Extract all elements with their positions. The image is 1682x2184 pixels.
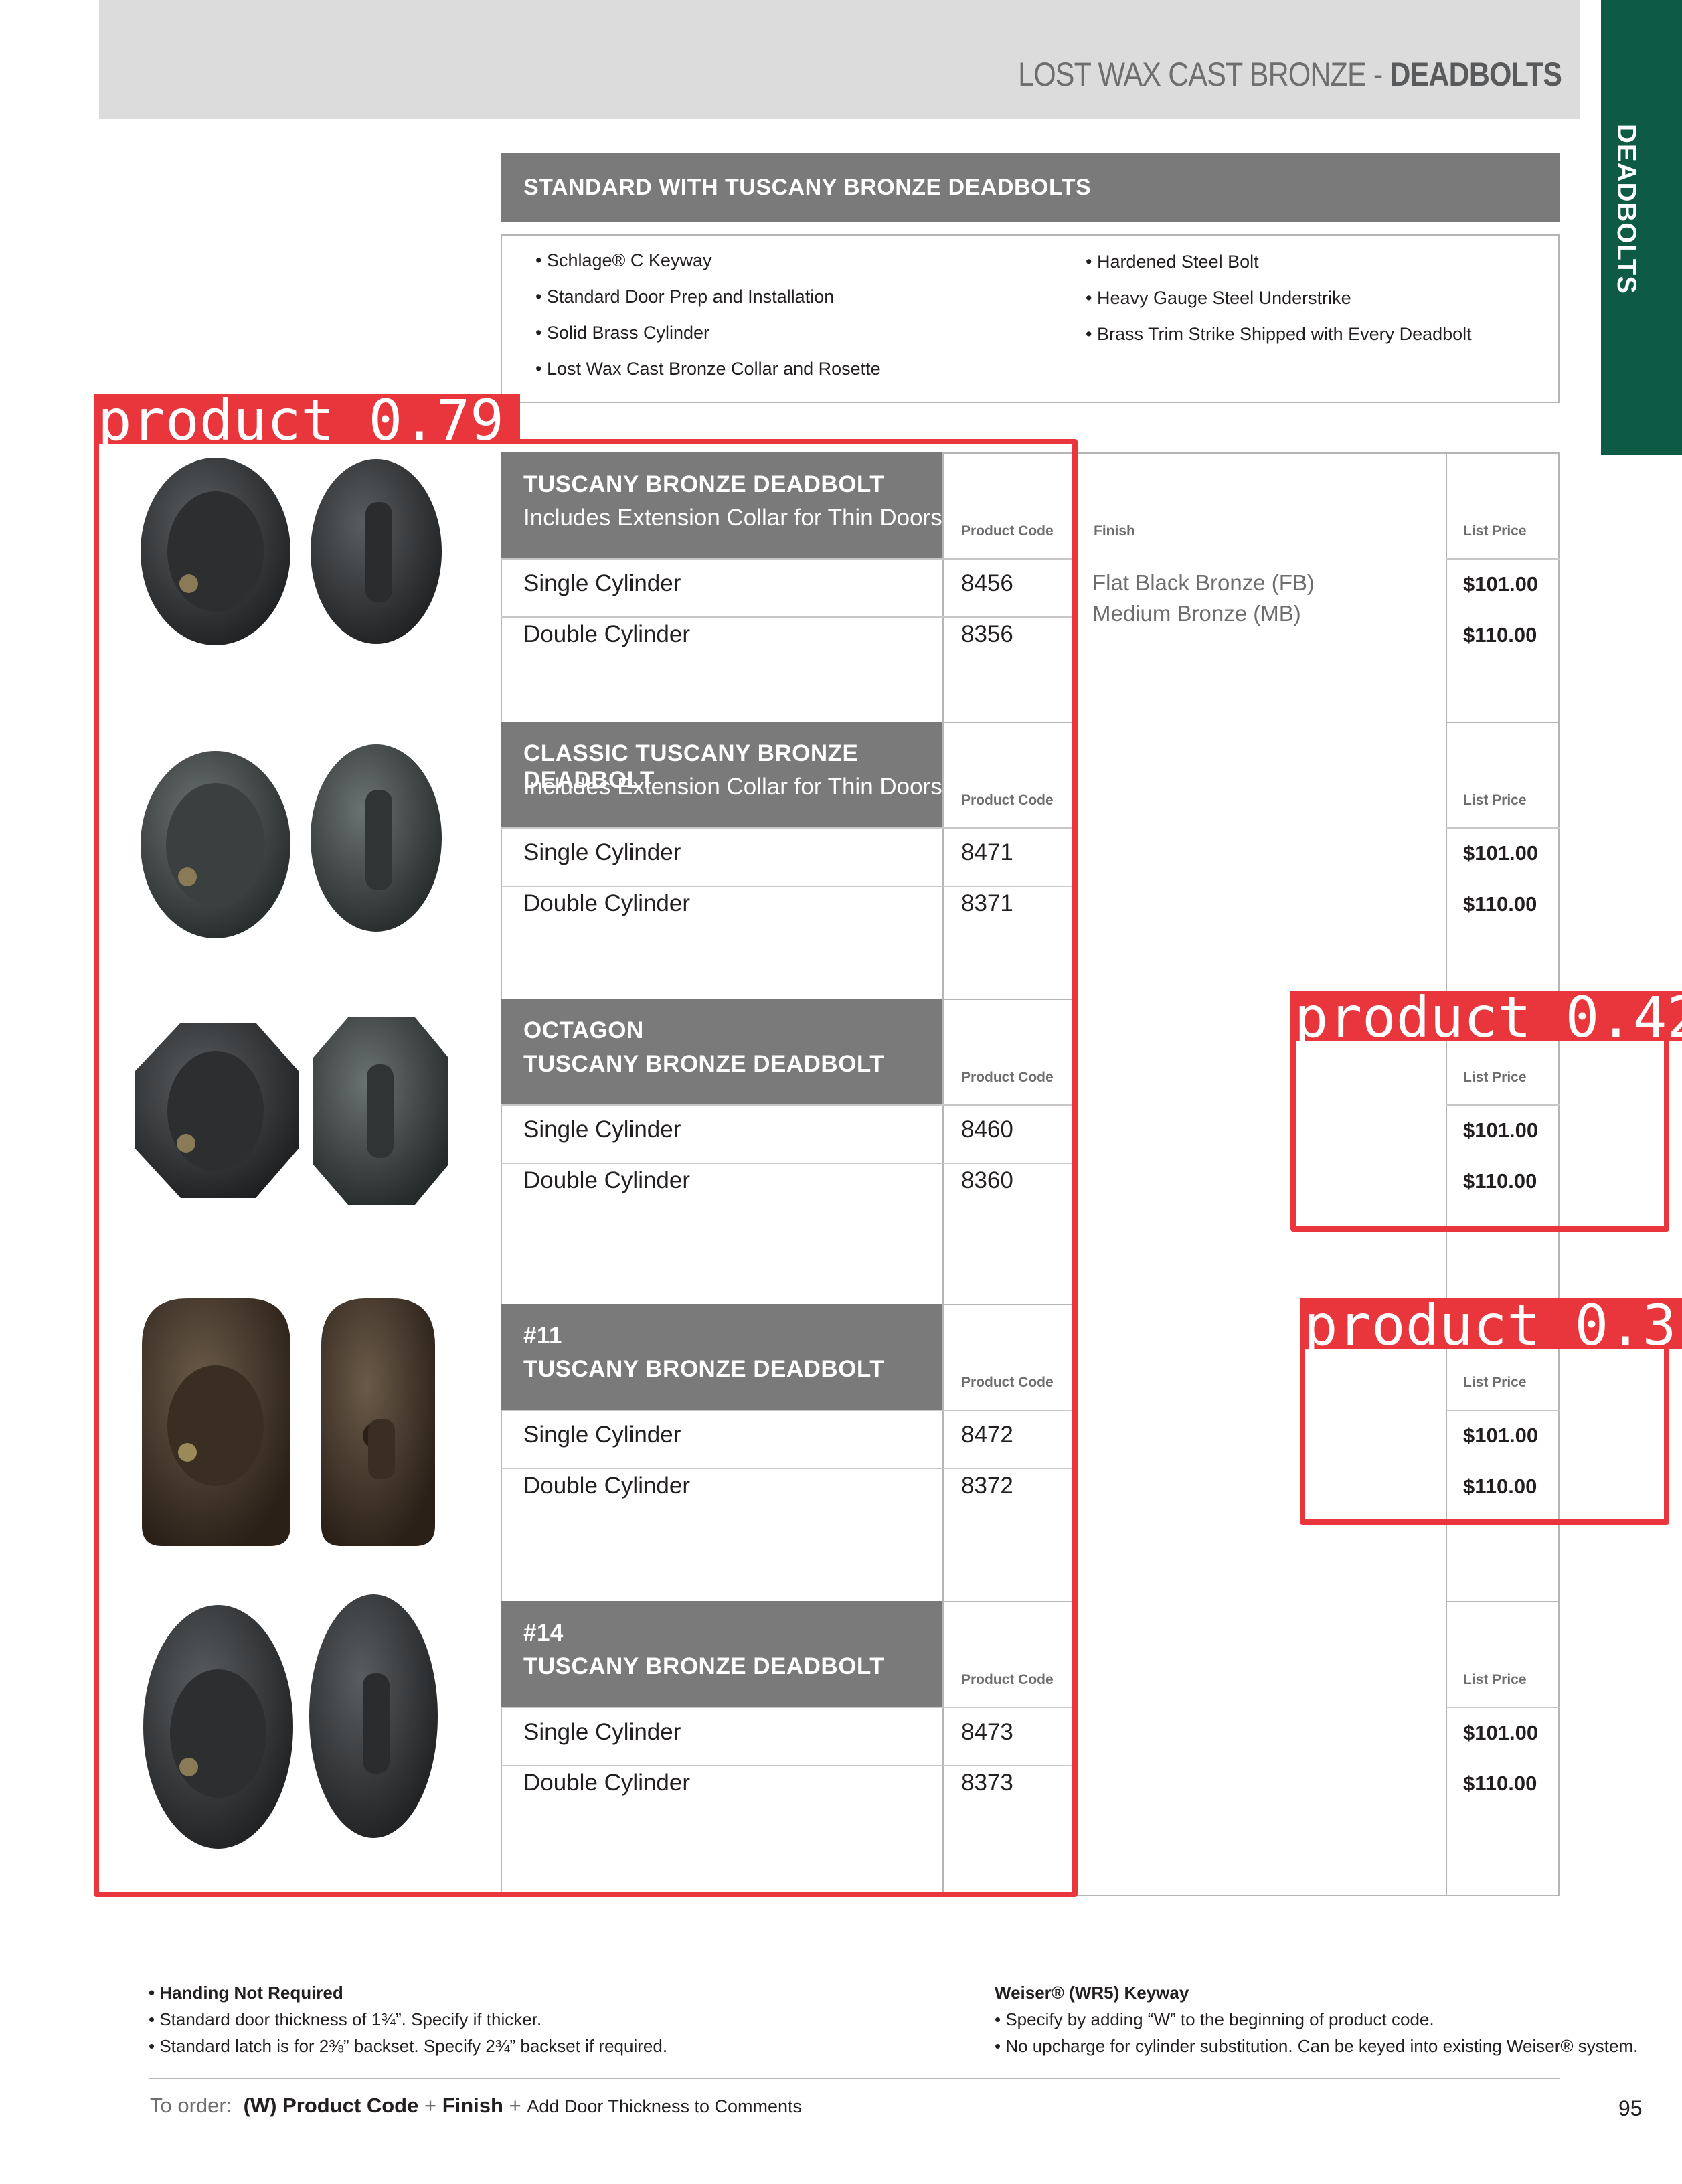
finish-option: Flat Black Bronze (FB) [1092, 570, 1315, 595]
detection-label: product 0.42 [1290, 991, 1682, 1041]
table-row-price: $101.00 [1463, 572, 1539, 596]
footer-note-title: • Handing Not Required [149, 1983, 343, 2003]
feature-item: • Solid Brass Cylinder [535, 323, 710, 343]
side-tab-label: DEADBOLTS [1612, 124, 1641, 295]
feature-item: • Schlage® C Keyway [535, 250, 712, 270]
table-row-price: $101.00 [1463, 1721, 1539, 1744]
section-top-line [1446, 452, 1560, 454]
feature-item: • Brass Trim Strike Shipped with Every D… [1086, 324, 1472, 344]
section-side-tab[interactable]: DEADBOLTS [1601, 0, 1682, 455]
footer-note-title: Weiser® (WR5) Keyway [995, 1983, 1189, 2003]
footer-note: • Standard latch is for 2⅜” backset. Spe… [149, 2036, 668, 2056]
row-separator [1446, 558, 1560, 560]
row-separator [1446, 1707, 1560, 1708]
feature-item: • Heavy Gauge Steel Understrike [1086, 288, 1351, 308]
row-separator [1446, 827, 1560, 829]
list-price-column-label: List Price [1463, 1672, 1527, 1687]
list-price-column-label: List Price [1463, 523, 1527, 539]
table-row-price: $110.00 [1463, 892, 1537, 916]
footer-divider [149, 2078, 1560, 2079]
finish-column-label: Finish [1094, 523, 1135, 539]
detection-box [1300, 1343, 1669, 1525]
feature-item: • Lost Wax Cast Bronze Collar and Rosett… [535, 359, 881, 379]
table-row-price: $110.00 [1463, 623, 1537, 647]
finish-option: Medium Bronze (MB) [1092, 601, 1301, 626]
detection-label: product 0.31 [1300, 1298, 1682, 1349]
detection-box [94, 439, 1078, 1897]
page-number: 95 [1618, 2096, 1643, 2120]
detection-label: product 0.79 [94, 394, 520, 444]
detection-box [1290, 1036, 1669, 1232]
section-top-line [1446, 1601, 1560, 1602]
footer-note: • Standard door thickness of 1¾”. Specif… [149, 2009, 542, 2029]
standard-features-heading: STANDARD WITH TUSCANY BRONZE DEADBOLTS [501, 153, 1560, 222]
order-instructions: To order: (W) Product Code + Finish + Ad… [150, 2094, 802, 2117]
table-row-price: $101.00 [1463, 841, 1539, 865]
footer-note: • Specify by adding “W” to the beginning… [995, 2009, 1434, 2029]
feature-item: • Standard Door Prep and Installation [535, 286, 835, 307]
footer-note: • No upcharge for cylinder substitution.… [995, 2036, 1638, 2056]
standard-features-box: • Schlage® C Keyway • Standard Door Prep… [501, 234, 1560, 403]
section-top-line [1446, 722, 1560, 723]
feature-item: • Hardened Steel Bolt [1086, 252, 1259, 272]
list-price-column-label: List Price [1463, 792, 1527, 808]
table-row-price: $110.00 [1463, 1772, 1537, 1795]
page-title: LOST WAX CAST BRONZE - DEADBOLTS [1018, 56, 1562, 93]
